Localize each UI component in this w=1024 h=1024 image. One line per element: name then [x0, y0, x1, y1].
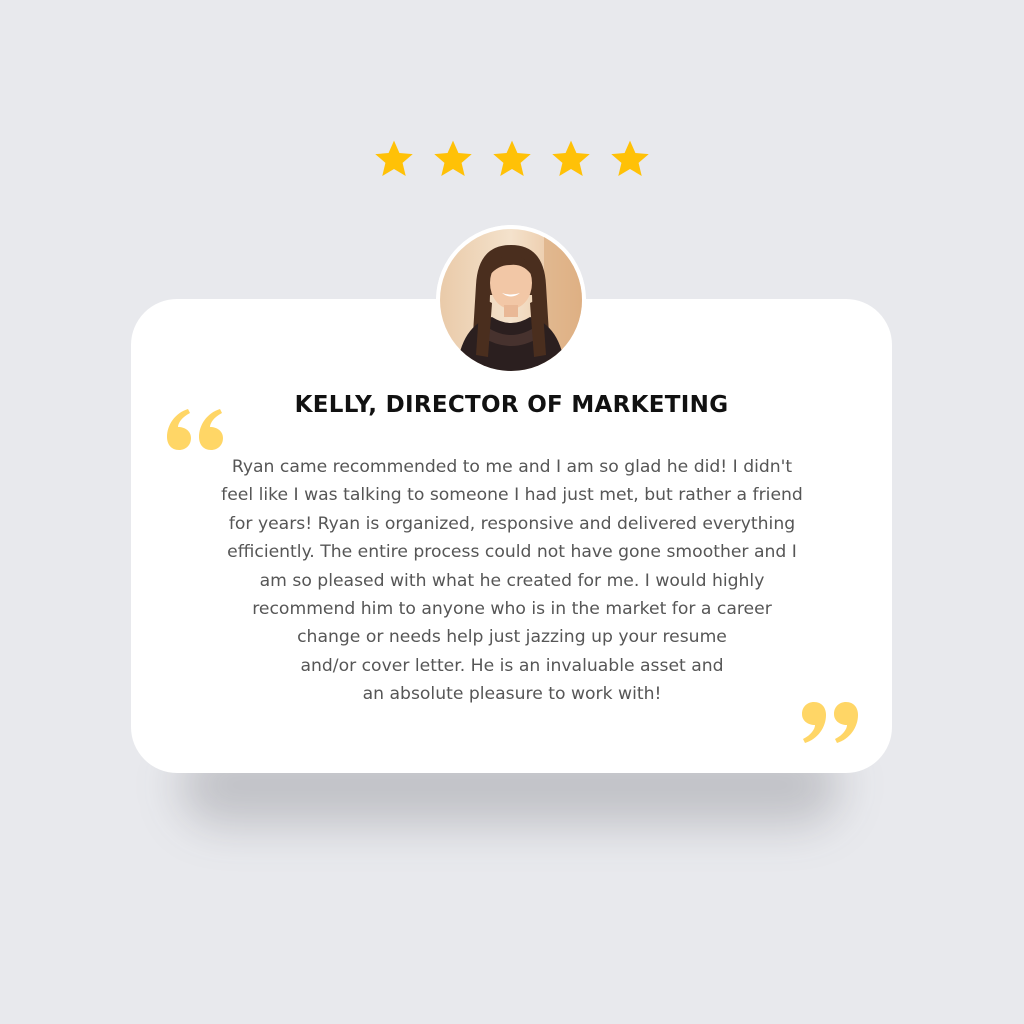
testimonial-line: for years! Ryan is organized, responsive… [228, 513, 796, 534]
testimonial-line: efficiently. The entire process could no… [227, 542, 797, 563]
reviewer-name: KELLY, DIRECTOR OF MARKETING [294, 392, 729, 418]
testimonial-line: feel like I was talking to someone I had… [221, 485, 803, 506]
star-icon [550, 138, 592, 180]
testimonial-line: an absolute pleasure to work with! [362, 684, 662, 705]
star-icon [491, 138, 533, 180]
open-quote-icon [166, 408, 224, 450]
star-icon [373, 138, 415, 180]
testimonial-line: change or needs help just jazzing up you… [297, 627, 727, 648]
person-photo-icon [436, 225, 586, 375]
star-rating [0, 138, 1024, 186]
testimonial-line: am so pleased with what he created for m… [259, 570, 765, 591]
testimonial-line: and/or cover letter. He is an invaluable… [300, 655, 724, 676]
star-icon [432, 138, 474, 180]
avatar [436, 225, 586, 375]
star-icon [609, 138, 651, 180]
testimonial-line: recommend him to anyone who is in the ma… [252, 599, 772, 620]
testimonial-text: Ryan came recommended to me and I am so … [186, 453, 838, 709]
testimonial-line: Ryan came recommended to me and I am so … [231, 457, 793, 477]
